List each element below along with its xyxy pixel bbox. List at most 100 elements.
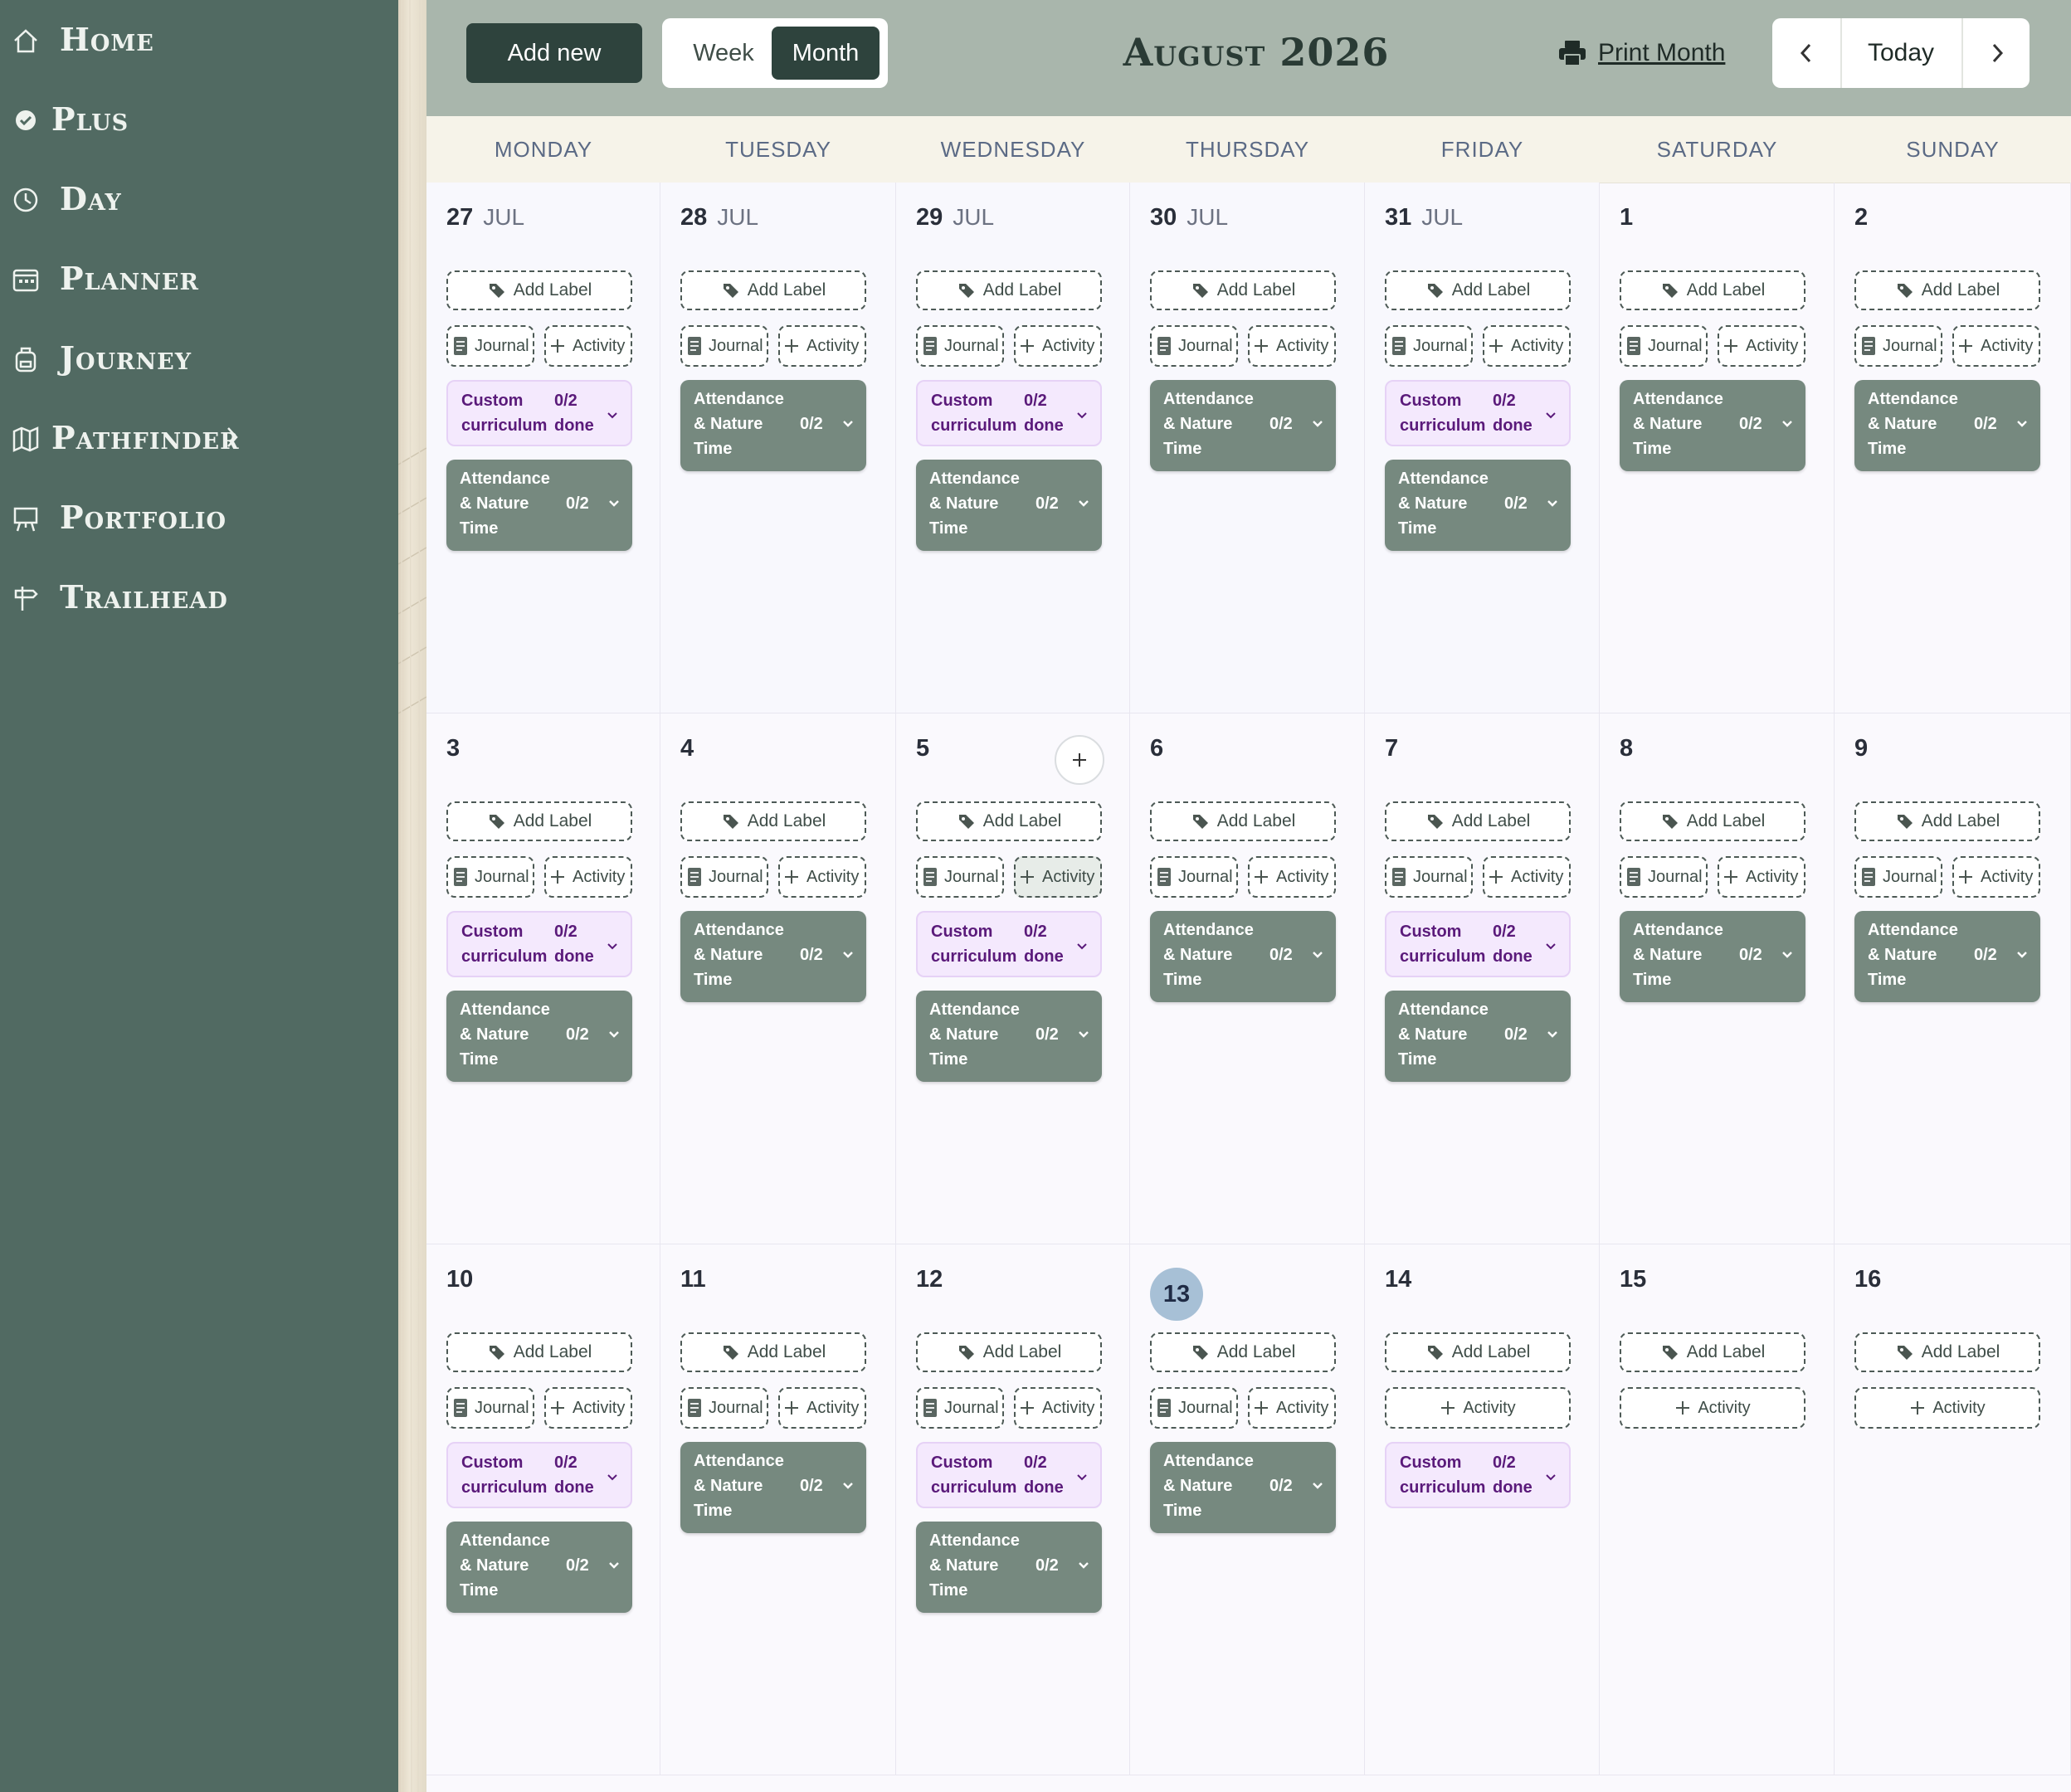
add-label-button[interactable]: Add Label (446, 270, 632, 310)
attendance-nature-card[interactable]: Attendance & Nature Time 0/2 (1620, 380, 1805, 471)
day-cell[interactable]: 8 Add Label Journal Activity Attendance & Na… (1600, 713, 1835, 1244)
week-view-button[interactable]: Week (670, 27, 777, 80)
day-cell[interactable]: 5 Add Label Journal Activity Custom curricul… (896, 713, 1130, 1244)
attendance-nature-card[interactable]: Attendance & Nature Time 0/2 (1620, 911, 1805, 1002)
attendance-nature-card[interactable]: Attendance & Nature Time 0/2 (446, 991, 632, 1082)
chevron-down-icon[interactable] (841, 413, 855, 427)
add-activity-button[interactable]: Activity (1014, 856, 1102, 898)
add-label-button[interactable]: Add Label (680, 270, 866, 310)
journal-button[interactable]: Journal (1620, 856, 1708, 898)
chevron-down-icon[interactable] (841, 944, 855, 958)
add-label-button[interactable]: Add Label (1150, 270, 1336, 310)
chevron-down-icon[interactable] (1546, 1024, 1559, 1038)
chevron-down-icon[interactable] (1075, 936, 1089, 950)
sidebar-item-day[interactable]: Day (0, 173, 398, 226)
sidebar-item-planner[interactable]: Planner (0, 252, 398, 305)
chevron-down-icon[interactable] (1311, 944, 1324, 958)
day-cell[interactable]: 31 JUL Add Label Journal Activity Custom curr… (1365, 183, 1600, 713)
chevron-down-icon[interactable] (1311, 413, 1324, 427)
journal-button[interactable]: Journal (916, 1387, 1004, 1429)
add-activity-button[interactable]: Activity (544, 325, 632, 367)
add-activity-button[interactable]: Activity (544, 1387, 632, 1429)
add-label-button[interactable]: Add Label (680, 1332, 866, 1372)
custom-curriculum-card[interactable]: Custom curriculum 0/2 done (1385, 380, 1571, 446)
attendance-nature-card[interactable]: Attendance & Nature Time 0/2 (1854, 380, 2040, 471)
add-entry-button[interactable] (1055, 735, 1104, 785)
day-cell[interactable]: 9 Add Label Journal Activity Attendance & Na… (1835, 713, 2071, 1244)
day-cell[interactable]: 12 Add Label Journal Activity Custom curricu… (896, 1244, 1130, 1775)
chevron-down-icon[interactable] (2015, 944, 2029, 958)
add-label-button[interactable]: Add Label (1385, 1332, 1571, 1372)
attendance-nature-card[interactable]: Attendance & Nature Time 0/2 (446, 460, 632, 551)
attendance-nature-card[interactable]: Attendance & Nature Time 0/2 (1385, 991, 1571, 1082)
add-activity-button[interactable]: Activity (1718, 856, 1805, 898)
custom-curriculum-card[interactable]: Custom curriculum 0/2 done (446, 911, 632, 977)
attendance-nature-card[interactable]: Attendance & Nature Time 0/2 (680, 911, 866, 1002)
custom-curriculum-card[interactable]: Custom curriculum 0/2 done (916, 1442, 1102, 1508)
next-month-button[interactable] (1961, 18, 2031, 88)
attendance-nature-card[interactable]: Attendance & Nature Time 0/2 (1385, 460, 1571, 551)
day-cell[interactable]: 7 Add Label Journal Activity Custom curricul… (1365, 713, 1600, 1244)
custom-curriculum-card[interactable]: Custom curriculum 0/2 done (1385, 1442, 1571, 1508)
day-cell[interactable]: 3 Add Label Journal Activity Custom curricul… (426, 713, 660, 1244)
chevron-down-icon[interactable] (1546, 493, 1559, 507)
day-cell[interactable]: 1 Add Label Journal Activity Attendance & Na… (1600, 183, 1835, 713)
journal-button[interactable]: Journal (1620, 325, 1708, 367)
day-cell[interactable]: 11 Add Label Journal Activity Attendance & N… (660, 1244, 896, 1775)
add-label-button[interactable]: Add Label (916, 801, 1102, 841)
sidebar-item-portfolio[interactable]: Portfolio (0, 491, 398, 544)
print-month-button[interactable]: Print Month (1558, 35, 1725, 71)
chevron-down-icon[interactable] (607, 1024, 621, 1038)
chevron-down-icon[interactable] (1077, 1024, 1090, 1038)
month-view-button[interactable]: Month (772, 27, 880, 80)
add-label-button[interactable]: Add Label (680, 801, 866, 841)
journal-button[interactable]: Journal (1385, 856, 1473, 898)
custom-curriculum-card[interactable]: Custom curriculum 0/2 done (446, 380, 632, 446)
add-activity-button[interactable]: Activity (778, 856, 866, 898)
journal-button[interactable]: Journal (1854, 325, 1942, 367)
chevron-down-icon[interactable] (607, 1555, 621, 1569)
attendance-nature-card[interactable]: Attendance & Nature Time 0/2 (916, 1522, 1102, 1613)
attendance-nature-card[interactable]: Attendance & Nature Time 0/2 (1150, 911, 1336, 1002)
day-cell[interactable]: 29 JUL Add Label Journal Activity Custom curr… (896, 183, 1130, 713)
attendance-nature-card[interactable]: Attendance & Nature Time 0/2 (1150, 1442, 1336, 1533)
journal-button[interactable]: Journal (916, 856, 1004, 898)
add-label-button[interactable]: Add Label (1620, 270, 1805, 310)
today-button[interactable]: Today (1840, 18, 1961, 88)
attendance-nature-card[interactable]: Attendance & Nature Time 0/2 (680, 1442, 866, 1533)
add-label-button[interactable]: Add Label (1385, 270, 1571, 310)
journal-button[interactable]: Journal (1854, 856, 1942, 898)
custom-curriculum-card[interactable]: Custom curriculum 0/2 done (916, 380, 1102, 446)
chevron-down-icon[interactable] (841, 1475, 855, 1489)
chevron-right-icon[interactable] (224, 425, 241, 454)
add-label-button[interactable]: Add Label (1620, 1332, 1805, 1372)
chevron-down-icon[interactable] (1781, 413, 1794, 427)
attendance-nature-card[interactable]: Attendance & Nature Time 0/2 (916, 991, 1102, 1082)
journal-button[interactable]: Journal (1150, 325, 1238, 367)
custom-curriculum-card[interactable]: Custom curriculum 0/2 done (1385, 911, 1571, 977)
day-cell[interactable]: 13 Add Label Journal Activity Attendance & N… (1130, 1244, 1365, 1775)
sidebar-item-home[interactable]: Home (0, 13, 398, 66)
add-activity-button[interactable]: Activity (1385, 1387, 1571, 1429)
day-cell[interactable]: 16 Add Label Activity (1835, 1244, 2071, 1775)
chevron-down-icon[interactable] (1075, 405, 1089, 419)
chevron-down-icon[interactable] (1544, 405, 1557, 419)
add-label-button[interactable]: Add Label (1150, 1332, 1336, 1372)
journal-button[interactable]: Journal (446, 856, 534, 898)
add-activity-button[interactable]: Activity (1014, 1387, 1102, 1429)
add-activity-button[interactable]: Activity (1854, 1387, 2040, 1429)
journal-button[interactable]: Journal (1150, 856, 1238, 898)
sidebar-item-trailhead[interactable]: Trailhead (0, 571, 398, 624)
journal-button[interactable]: Journal (446, 325, 534, 367)
custom-curriculum-card[interactable]: Custom curriculum 0/2 done (446, 1442, 632, 1508)
day-cell[interactable]: 14 Add Label Activity Custom curriculum 0/2 … (1365, 1244, 1600, 1775)
journal-button[interactable]: Journal (680, 325, 768, 367)
attendance-nature-card[interactable]: Attendance & Nature Time 0/2 (916, 460, 1102, 551)
add-label-button[interactable]: Add Label (1854, 270, 2040, 310)
add-activity-button[interactable]: Activity (1483, 325, 1571, 367)
chevron-down-icon[interactable] (1311, 1475, 1324, 1489)
chevron-down-icon[interactable] (1077, 493, 1090, 507)
add-label-button[interactable]: Add Label (1854, 1332, 2040, 1372)
day-cell[interactable]: 6 Add Label Journal Activity Attendance & Na… (1130, 713, 1365, 1244)
add-activity-button[interactable]: Activity (1248, 325, 1336, 367)
